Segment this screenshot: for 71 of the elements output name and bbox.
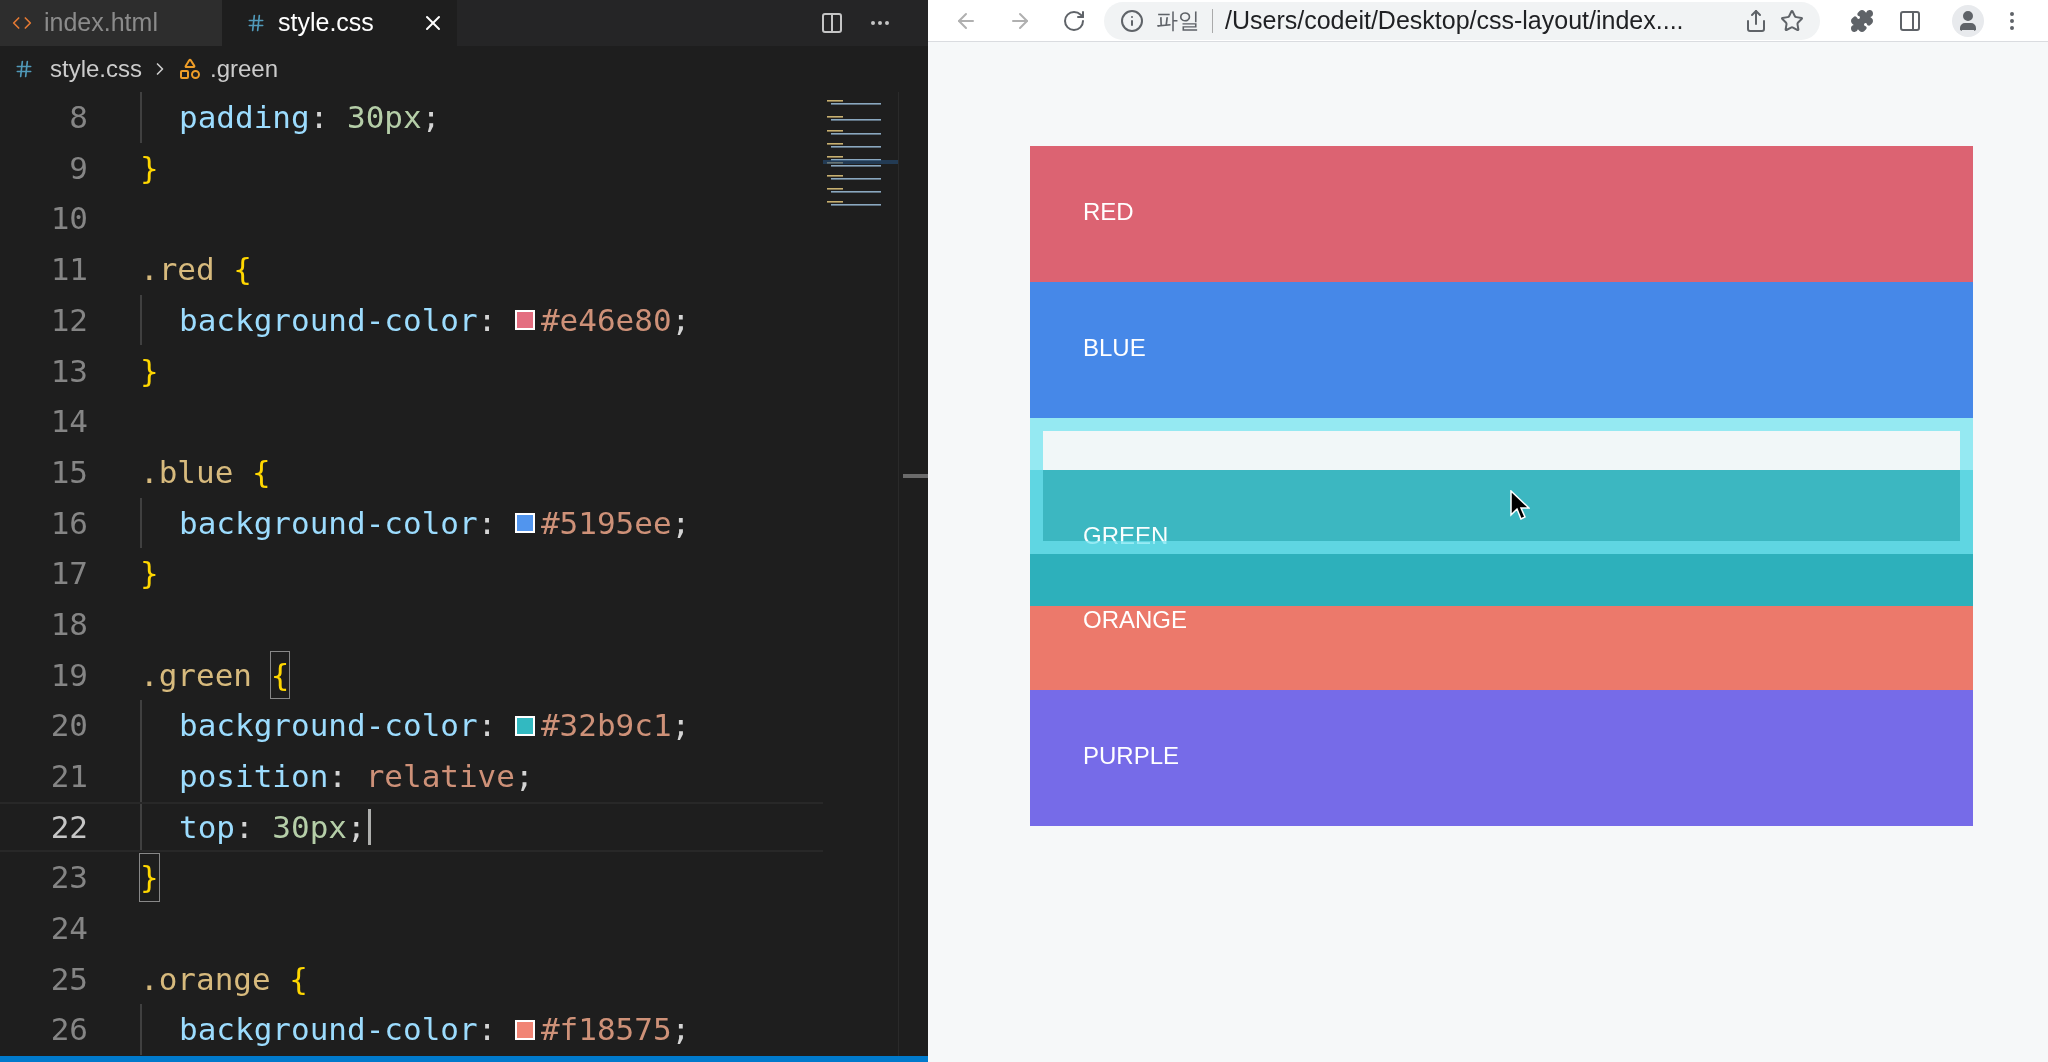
code-token: : [328,757,348,797]
code-token: 30px [272,807,347,847]
code-token: #f18575 [540,1010,672,1050]
box-label: ORANGE [1083,606,1187,633]
line-number: 8 [68,98,88,138]
code-token: .orange [140,959,272,999]
line-number: 13 [49,351,88,391]
code-token: : [477,706,498,746]
line-number: 15 [49,452,88,492]
code-token: background-color [179,503,478,543]
editor-tab[interactable]: index.html [0,0,222,46]
line-number: 21 [49,757,88,797]
breadcrumb-symbol[interactable]: .green [210,51,279,87]
code-token: : [309,98,330,138]
code-token: : [477,503,498,543]
code-token: background-color [179,1010,478,1050]
line-number: 20 [49,706,88,746]
brace: { [270,651,290,699]
code-token: ; [671,1010,691,1050]
code-token: .blue [140,452,235,492]
code-token: ; [347,807,366,847]
line-number: 10 [49,199,88,239]
line-number: 18 [49,604,88,644]
brace: } [140,351,159,391]
code-token: ; [671,503,691,543]
code-token: ; [671,300,691,340]
brace: } [140,554,159,594]
code-token: padding [179,98,310,138]
line-number: 16 [49,503,88,543]
code-token: ; [671,706,691,746]
line-number: 26 [49,1010,88,1050]
brace: { [252,452,271,492]
brace: } [140,854,159,901]
code-token: top [179,807,235,847]
line-number: 23 [49,858,88,898]
code-token: background-color [179,706,478,746]
code-token: #e46e80 [540,300,672,340]
code-token: : [477,1010,498,1050]
box-label: GREEN [1083,522,1169,549]
address-bar[interactable]: 파일 /Users/codeit/Desktop/css-layout/index.... [1104,1,1820,40]
brace: { [289,959,308,999]
line-number: 19 [49,655,88,695]
line-number: 12 [49,300,88,340]
code-token: position [179,757,329,797]
editor-tab[interactable]: style.css [222,0,457,46]
code-token: #32b9c1 [540,706,672,746]
line-number: 17 [49,554,88,594]
line-number: 22 [49,807,88,847]
line-number: 9 [68,148,88,188]
url-text: /Users/codeit/Desktop/css-layout/index.... [1225,4,1684,36]
code-token: ; [514,757,534,797]
code-token: : [477,300,498,340]
code-token: : [235,807,255,847]
box-label: BLUE [1083,334,1146,361]
code-token: 30px [347,98,422,138]
scheme-label: 파일 [1156,7,1200,35]
code-token: .red [140,250,216,290]
box-label: PURPLE [1083,742,1180,769]
line-number: 24 [49,909,88,949]
code-token: ; [421,98,441,138]
code-token: .green [140,655,253,695]
brace: { [233,250,252,290]
line-number: 14 [49,402,88,442]
brace: } [140,148,159,188]
code-token: #5195ee [540,503,672,543]
breadcrumb-file[interactable]: style.css [50,51,142,87]
code-token: relative [365,757,515,797]
line-number: 11 [49,250,88,290]
box-label: RED [1083,198,1134,225]
code-token: background-color [179,300,478,340]
line-number: 25 [49,959,88,999]
